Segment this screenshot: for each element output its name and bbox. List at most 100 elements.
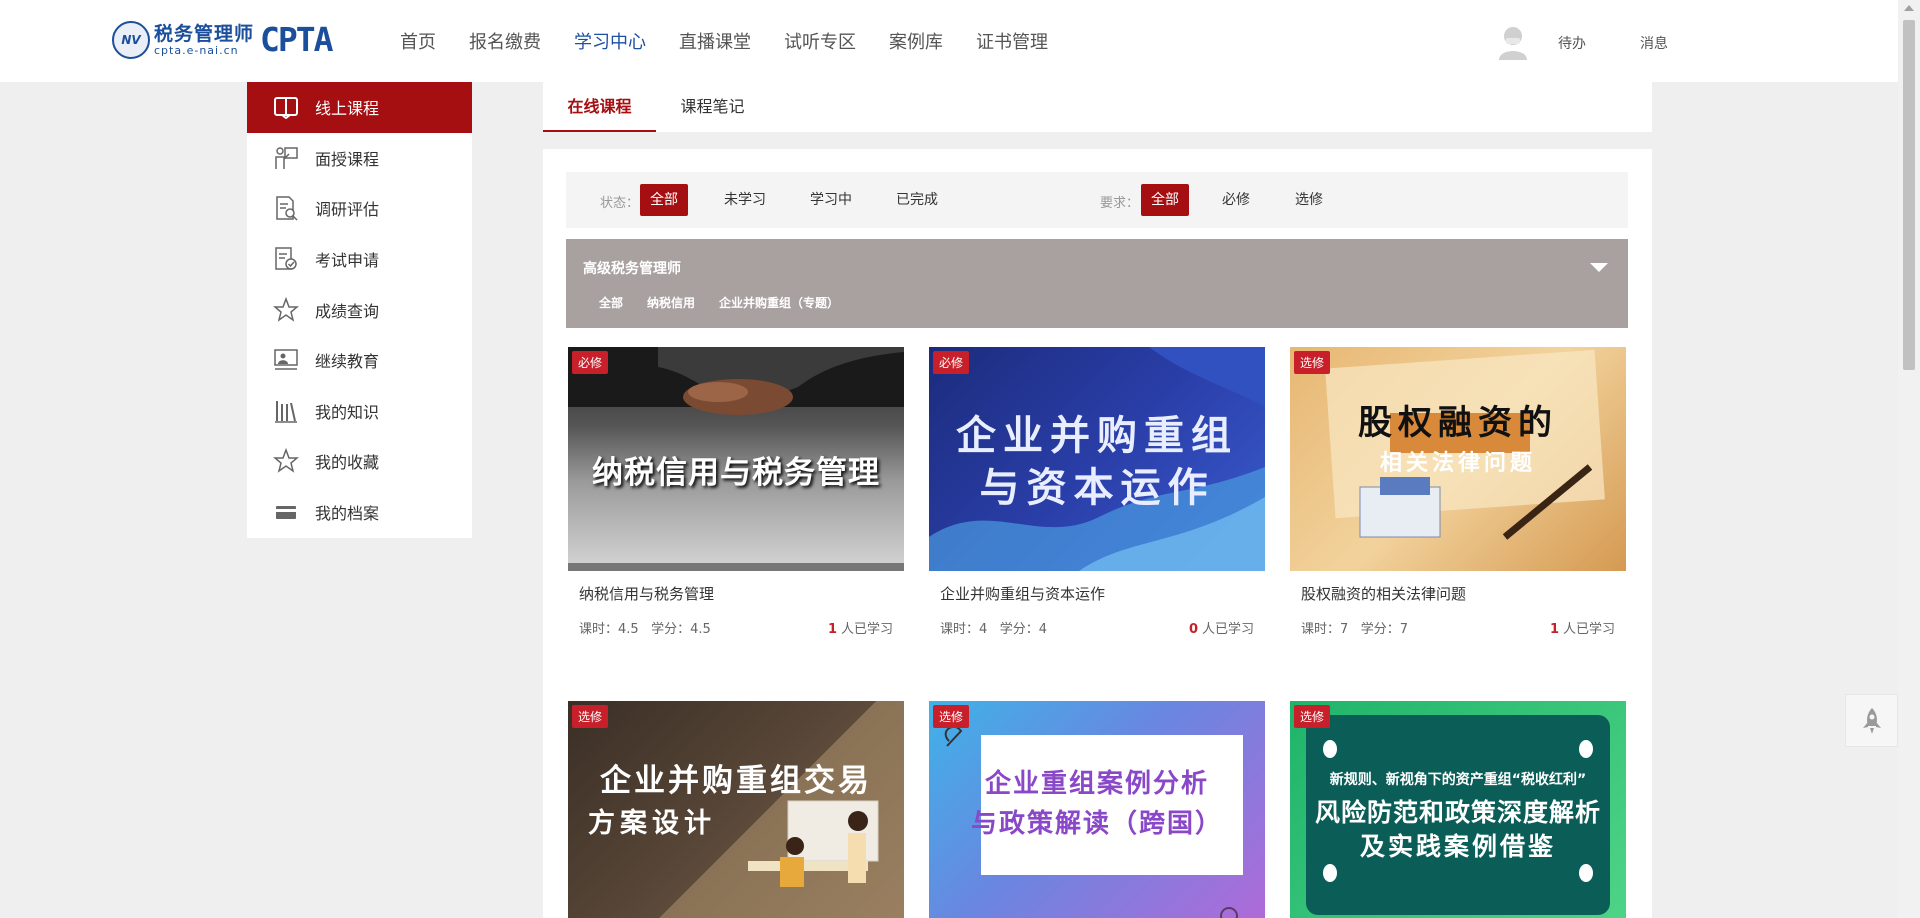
course-tabs: 在线课程 课程笔记 [543,82,1652,132]
course-card[interactable]: 选修 企业重组案例分析 与政策解读（跨国） [929,701,1265,918]
nav-home[interactable]: 首页 [400,28,436,54]
cover-text: 纳税信用与税务管理 [592,455,880,491]
top-header: NV 税务管理师 cpta.e-nai.cn CPTA 首页 报名缴费 学习中心… [0,0,1898,82]
sidebar-item-label: 我的档案 [315,504,380,524]
cover-text-line2: 与政策解读（跨国） [970,809,1223,839]
course-meta: 课时：4.5 学分：4.5 1 人已学习 [568,618,904,637]
sidebar-item-face-courses[interactable]: 面授课程 [247,133,472,184]
rocket-icon [1862,707,1881,734]
sidebar: 线上课程 面授课程 调研评估 考试申请 成绩查询 继续教育 我的知识 我的收藏 … [247,82,472,538]
status-filter-completed[interactable]: 已完成 [886,184,948,216]
sidebar-item-label: 成绩查询 [315,301,380,321]
card-icon [273,499,299,525]
back-to-top-button[interactable] [1845,694,1898,747]
require-filter-required[interactable]: 必修 [1212,184,1260,216]
hours-value: 7 [1340,622,1349,637]
learner-label: 人已学习 [1562,622,1615,637]
course-meta: 课时：4 学分：4 0 人已学习 [929,618,1265,637]
credit-label: 学分： [999,622,1039,637]
course-card[interactable]: 选修 股权融资的 相关法律问题 股权融资的相关法律问题 课时：7 学分：7 1人… [1290,347,1626,637]
nav-learning-center[interactable]: 学习中心 [574,28,646,54]
course-title: 企业并购重组与资本运作 [940,585,1106,603]
sidebar-item-continuing-edu[interactable]: 继续教育 [247,335,472,386]
status-filter-label: 状态： [600,196,640,211]
sidebar-item-exam-apply[interactable]: 考试申请 [247,234,472,285]
site-logo[interactable]: NV 税务管理师 cpta.e-nai.cn CPTA [112,20,334,60]
required-badge: 必修 [933,351,970,374]
cover-text-line1: 企业并购重组 [956,413,1238,459]
exam-icon [273,246,299,272]
hours-label: 课时： [579,622,619,637]
cover-text-line1: 股权融资的 [1358,403,1558,443]
nav-certificate[interactable]: 证书管理 [976,28,1048,54]
course-card[interactable]: 选修 新规则、新视角下的资产重组“税收红利” 风险防范和政策深度解析 及实践案例… [1290,701,1626,918]
course-title: 股权融资的相关法律问题 [1301,585,1467,603]
sidebar-item-scores[interactable]: 成绩查询 [247,284,472,335]
logo-brand: CPTA [260,20,333,59]
logo-text: 税务管理师 cpta.e-nai.cn [154,23,254,57]
filter-bar: 状态： 全部 未学习 学习中 已完成 要求： 全部 必修 选修 [566,172,1628,228]
user-avatar[interactable] [1496,24,1530,60]
sidebar-item-survey[interactable]: 调研评估 [247,183,472,234]
learner-number: 1 [827,622,837,637]
hours-value: 4.5 [618,622,639,637]
course-hours-credit: 课时：4.5 学分：4.5 [579,618,711,637]
learner-label: 人已学习 [1201,622,1254,637]
category-sub-credit[interactable]: 纳税信用 [647,294,695,311]
chevron-down-icon[interactable] [1590,263,1608,272]
sidebar-item-my-archive[interactable]: 我的档案 [247,487,472,538]
cover-text-line2: 相关法律问题 [1379,451,1536,476]
cover-text-line1: 风险防范和政策深度解析 [1314,798,1601,827]
category-sub-all[interactable]: 全部 [599,294,623,311]
logo-chinese-name: 税务管理师 [154,23,255,45]
require-filter-label: 要求： [1100,196,1140,211]
course-title: 纳税信用与税务管理 [579,585,715,603]
course-card[interactable]: 必修 纳税信用与税务管理 纳税信用与税务管理 课时：4.5 学分：4.5 1 人已… [568,347,904,637]
elective-badge: 选修 [933,705,970,728]
course-card[interactable]: 选修 企业并购重组交易 方案设计 [568,701,904,918]
nav-case-library[interactable]: 案例库 [889,28,943,54]
hours-label: 课时： [1301,622,1341,637]
tab-online-courses[interactable]: 在线课程 [543,82,656,132]
nav-live[interactable]: 直播课堂 [679,28,751,54]
learner-count: 0 人已学习 [1189,618,1254,637]
sidebar-item-label: 调研评估 [315,200,380,220]
library-icon [273,398,299,424]
cover-text-line2: 及实践案例借鉴 [1359,832,1556,861]
avatar-icon [1499,27,1527,60]
sidebar-item-favorites[interactable]: 我的收藏 [247,436,472,487]
category-sub-ma[interactable]: 企业并购重组（专题） [719,294,839,311]
category-bar: 高级税务管理师 全部 纳税信用 企业并购重组（专题） [566,239,1628,328]
logo-url: cpta.e-nai.cn [154,44,239,57]
hours-label: 课时： [940,622,980,637]
scroll-up-arrow-icon[interactable] [1904,5,1914,11]
learner-number: 1 [1549,622,1559,637]
learner-label: 人已学习 [840,622,893,637]
sidebar-item-online-courses[interactable]: 线上课程 [247,82,472,133]
learner-count: 1 人已学习 [1550,618,1615,637]
todo-link[interactable]: 待办 [1558,33,1586,53]
course-card[interactable]: 必修 企业并购重组 与资本运作 企业并购重组与资本运作 课时：4 学分：4 0人… [929,347,1265,637]
tab-course-notes[interactable]: 课程笔记 [656,82,769,132]
page-scrollbar[interactable] [1898,0,1920,918]
presentation-icon [273,347,299,373]
require-filter-all[interactable]: 全部 [1141,184,1189,216]
nav-registration[interactable]: 报名缴费 [469,28,541,54]
course-hours-credit: 课时：7 学分：7 [1301,618,1408,637]
status-filter-all[interactable]: 全部 [640,184,688,216]
scroll-thumb[interactable] [1903,20,1915,370]
course-cover: 选修 新规则、新视角下的资产重组“税收红利” 风险防范和政策深度解析 及实践案例… [1290,701,1626,918]
category-title: 高级税务管理师 [583,261,681,277]
sidebar-item-label: 继续教育 [315,352,380,372]
course-meta: 课时：7 学分：7 1 人已学习 [1290,618,1626,637]
cover-text-line2: 与资本运作 [979,465,1215,511]
logo-emblem-icon: NV [112,21,150,59]
course-hours-credit: 课时：4 学分：4 [940,618,1047,637]
sidebar-item-my-knowledge[interactable]: 我的知识 [247,386,472,437]
status-filter-in-progress[interactable]: 学习中 [800,184,862,216]
require-filter-elective[interactable]: 选修 [1285,184,1333,216]
credit-label: 学分： [1360,622,1400,637]
nav-trial[interactable]: 试听专区 [784,28,856,54]
messages-link[interactable]: 消息 [1640,33,1668,53]
status-filter-not-started[interactable]: 未学习 [714,184,776,216]
